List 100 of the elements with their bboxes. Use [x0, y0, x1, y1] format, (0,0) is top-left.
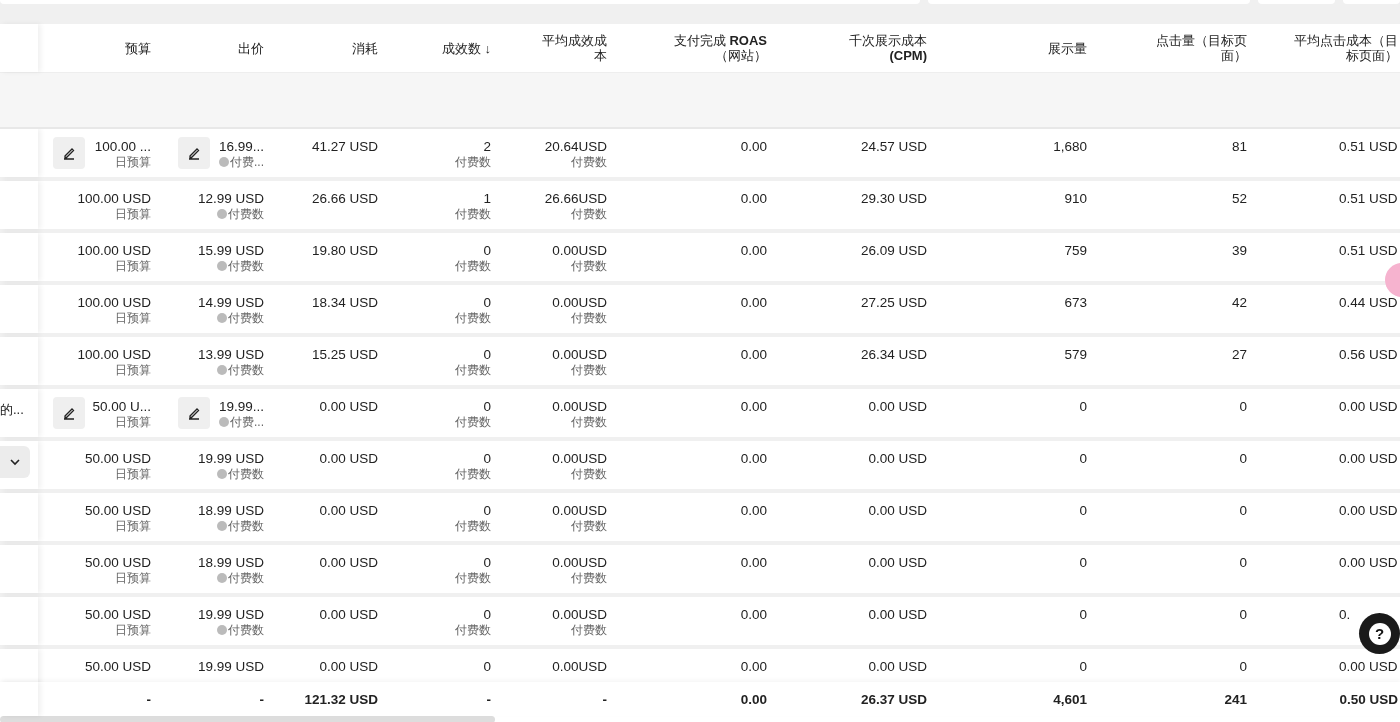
- table-cell: 0.00 USD: [868, 502, 927, 519]
- edit-button[interactable]: [53, 137, 85, 169]
- table-cell: 0.00 USD: [868, 658, 927, 675]
- table-cell: 0: [1079, 606, 1087, 623]
- campaign-name[interactable]: 的...: [0, 401, 24, 419]
- cell-caption: 付费数: [455, 571, 491, 585]
- cell-caption: 日预算: [115, 519, 151, 533]
- table-cell: 15.99 USD: [197, 242, 264, 259]
- table-cell: 0: [1239, 658, 1247, 675]
- help-icon: [217, 521, 227, 531]
- table-cell: 18.99 USD: [197, 502, 264, 519]
- scrollbar-thumb[interactable]: [0, 716, 495, 722]
- column-header[interactable]: 成效数 ↓: [441, 40, 491, 56]
- table-cell: 579: [1064, 346, 1087, 363]
- cell-caption: 付费数: [571, 519, 607, 533]
- table-cell: 0.00 USD: [1339, 502, 1398, 519]
- table-cell: 0.00 USD: [1339, 450, 1398, 467]
- table-cell: 100.00 USD: [77, 294, 151, 311]
- table-cell: 0: [483, 502, 491, 519]
- table-cell: 0.00 USD: [319, 554, 378, 571]
- table-cell: 0.00USD: [552, 294, 607, 311]
- table-cell: 19.80 USD: [311, 242, 378, 259]
- table-cell: 0: [483, 398, 491, 415]
- table-cell: 0.00: [740, 658, 767, 675]
- total-cell: 26.37 USD: [860, 691, 927, 707]
- table-cell: 19.99 USD: [197, 658, 264, 675]
- table-cell: 50.00 USD: [84, 450, 151, 467]
- help-icon: [217, 469, 227, 479]
- table-cell: 673: [1064, 294, 1087, 311]
- edit-button[interactable]: [178, 137, 210, 169]
- table-cell: 13.99 USD: [197, 346, 264, 363]
- table-cell: 42: [1231, 294, 1247, 311]
- table-cell: 0: [483, 346, 491, 363]
- dropdown-button[interactable]: [0, 446, 30, 478]
- cell-caption: 日预算: [115, 571, 151, 585]
- table-cell: 20.64USD: [544, 138, 607, 155]
- total-cell: -: [602, 691, 607, 707]
- edit-button[interactable]: [178, 397, 210, 429]
- table-cell: 24.57 USD: [860, 138, 927, 155]
- help-icon: [217, 573, 227, 583]
- table-cell: 0: [1079, 450, 1087, 467]
- table-cell: 0.00: [740, 346, 767, 363]
- table-cell: 0.00 USD: [1339, 658, 1398, 675]
- cell-caption: 付费数: [228, 207, 264, 221]
- cell-caption: 付费数: [455, 259, 491, 273]
- table-cell: 0.00: [740, 502, 767, 519]
- table-cell: 0.00: [740, 554, 767, 571]
- cell-caption: 付费数: [228, 623, 264, 637]
- cell-caption: 付费...: [230, 415, 264, 429]
- column-header[interactable]: 出价: [238, 40, 264, 56]
- table-cell: 15.25 USD: [311, 346, 378, 363]
- table-cell: 1,680: [1053, 138, 1087, 155]
- table-cell: 26.34 USD: [860, 346, 927, 363]
- table-cell: 0.44 USD: [1339, 294, 1398, 311]
- column-header[interactable]: 千次展示成本(CPM): [843, 33, 927, 63]
- table-cell: 50.00 USD: [84, 606, 151, 623]
- table-cell: 0.51 USD: [1339, 138, 1398, 155]
- table-cell: 0.00 USD: [1339, 554, 1398, 571]
- column-header[interactable]: 平均成效成本: [533, 33, 607, 63]
- table-cell: 0: [1239, 554, 1247, 571]
- cell-caption: 日预算: [115, 467, 151, 481]
- cell-caption: 付费数: [455, 311, 491, 325]
- cell-caption: 日预算: [115, 207, 151, 221]
- table-cell: 100.00 USD: [77, 346, 151, 363]
- table-cell: 0.00: [740, 398, 767, 415]
- column-header[interactable]: 支付完成 ROAS（网站）: [667, 33, 767, 63]
- help-icon: [217, 365, 227, 375]
- table-cell: 19.99...: [218, 398, 264, 415]
- column-header[interactable]: 展示量: [1048, 40, 1087, 56]
- cell-caption: 付费数: [228, 311, 264, 325]
- help-icon: [217, 261, 227, 271]
- table-cell: 26.66USD: [544, 190, 607, 207]
- total-cell: 4,601: [1053, 691, 1087, 707]
- table-cell: 16.99...: [218, 138, 264, 155]
- cell-caption: 付费数: [571, 571, 607, 585]
- total-cell: -: [146, 691, 151, 707]
- edit-button[interactable]: [53, 397, 85, 429]
- table-cell: 0.00USD: [552, 398, 607, 415]
- help-icon: [219, 157, 229, 167]
- column-header[interactable]: 点击量（目标页面）: [1149, 33, 1247, 63]
- cell-caption: 日预算: [115, 259, 151, 273]
- column-header[interactable]: 平均点击成本（目标页面）: [1292, 33, 1398, 63]
- table-cell: 0.00: [740, 606, 767, 623]
- cell-caption: 付费数: [228, 259, 264, 273]
- table-cell: 27.25 USD: [860, 294, 927, 311]
- cell-caption: 日预算: [115, 623, 151, 637]
- column-header[interactable]: 消耗: [352, 40, 378, 56]
- table-cell: 0: [483, 294, 491, 311]
- table-cell: 27: [1231, 346, 1247, 363]
- table-cell: 12.99 USD: [197, 190, 264, 207]
- column-header[interactable]: 预算: [125, 40, 151, 56]
- help-icon: [217, 625, 227, 635]
- table-cell: 26.09 USD: [860, 242, 927, 259]
- cell-caption: 付费数: [455, 623, 491, 637]
- table-cell: 0.00USD: [552, 242, 607, 259]
- table-cell: 0.00 USD: [868, 398, 927, 415]
- cell-caption: 付费数: [228, 571, 264, 585]
- table-cell: 0.00: [740, 294, 767, 311]
- table-cell: 52: [1231, 190, 1247, 207]
- table-cell: 0.00 USD: [319, 398, 378, 415]
